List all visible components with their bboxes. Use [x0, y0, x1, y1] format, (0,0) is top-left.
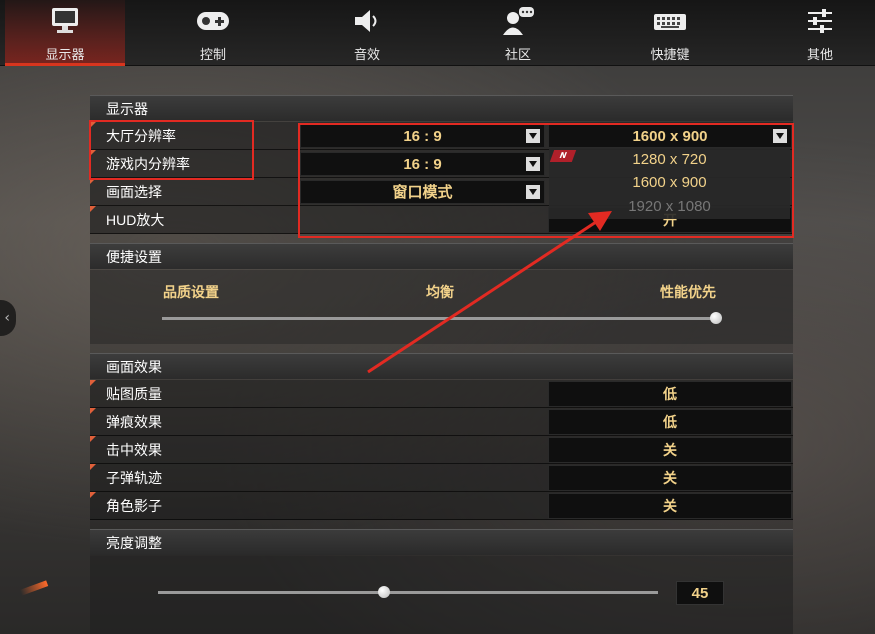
balanced-label: 均衡 — [426, 284, 454, 300]
gamepad-icon — [197, 12, 229, 30]
annotation-box-labels — [89, 120, 254, 180]
quality-slider-knob[interactable] — [710, 312, 722, 324]
annotation-box-selects — [298, 123, 794, 238]
row-label: HUD放大 — [106, 212, 165, 228]
top-nav: 显示器 控制 音效 社区 快捷键 其他 — [0, 0, 875, 66]
monitor-icon — [52, 8, 78, 33]
row-marker — [90, 408, 96, 414]
side-expand-button[interactable]: ‹ — [0, 300, 16, 336]
tab-label: 社区 — [504, 47, 531, 62]
quality-slider-area: 品质设置 均衡 性能优先 — [90, 270, 793, 344]
row-label: 击中效果 — [106, 442, 162, 458]
tab-controls[interactable]: 控制 — [153, 0, 273, 66]
quality-label: 品质设置 — [163, 284, 219, 300]
background-streak — [19, 580, 49, 596]
chevron-left-icon: ‹ — [4, 310, 10, 326]
hit-effect-value[interactable]: 关 — [548, 437, 792, 463]
row-marker — [90, 380, 96, 386]
row-texture-quality: 贴图质量 低 — [90, 380, 793, 408]
row-label: 贴图质量 — [106, 386, 162, 402]
brightness-value[interactable]: 45 — [676, 581, 724, 605]
quality-slider-track[interactable] — [162, 317, 718, 320]
row-marker — [90, 464, 96, 470]
row-marker — [90, 436, 96, 442]
row-marker — [90, 492, 96, 498]
tab-community[interactable]: 社区 — [458, 0, 578, 66]
tab-sound[interactable]: 音效 — [307, 0, 427, 66]
tab-label: 控制 — [199, 47, 226, 62]
brightness-slider-knob[interactable] — [378, 586, 390, 598]
section-title-effects: 画面效果 — [90, 353, 793, 379]
tab-label: 快捷键 — [650, 47, 690, 62]
brightness-slider-area: 45 — [90, 556, 793, 634]
tab-label: 其他 — [806, 47, 833, 62]
row-hit-effect: 击中效果 关 — [90, 436, 793, 464]
texture-quality-value[interactable]: 低 — [548, 381, 792, 407]
performance-label: 性能优先 — [660, 284, 716, 300]
row-label: 角色影子 — [106, 498, 162, 514]
keyboard-icon — [654, 14, 686, 30]
brightness-slider-track[interactable] — [158, 591, 658, 594]
sliders-icon — [808, 9, 832, 33]
tab-other[interactable]: 其他 — [760, 0, 875, 66]
row-bullet-holes: 弹痕效果 低 — [90, 408, 793, 436]
tab-label: 音效 — [353, 47, 380, 62]
row-label: 弹痕效果 — [106, 414, 162, 430]
bullet-holes-value[interactable]: 低 — [548, 409, 792, 435]
speaker-icon — [355, 10, 377, 32]
character-shadow-value[interactable]: 关 — [548, 493, 792, 519]
row-label: 画面选择 — [106, 184, 162, 200]
bullet-trail-value[interactable]: 关 — [548, 465, 792, 491]
tab-label: 显示器 — [45, 47, 85, 62]
row-character-shadow: 角色影子 关 — [90, 492, 793, 520]
tab-hotkeys[interactable]: 快捷键 — [610, 0, 730, 66]
row-label: 子弹轨迹 — [106, 470, 162, 486]
section-title-display: 显示器 — [90, 95, 793, 121]
section-title-quick: 便捷设置 — [90, 243, 793, 269]
row-bullet-trail: 子弹轨迹 关 — [90, 464, 793, 492]
tab-display[interactable]: 显示器 — [5, 0, 125, 66]
section-title-brightness: 亮度调整 — [90, 529, 793, 555]
row-marker — [90, 206, 96, 212]
community-icon — [503, 7, 534, 35]
